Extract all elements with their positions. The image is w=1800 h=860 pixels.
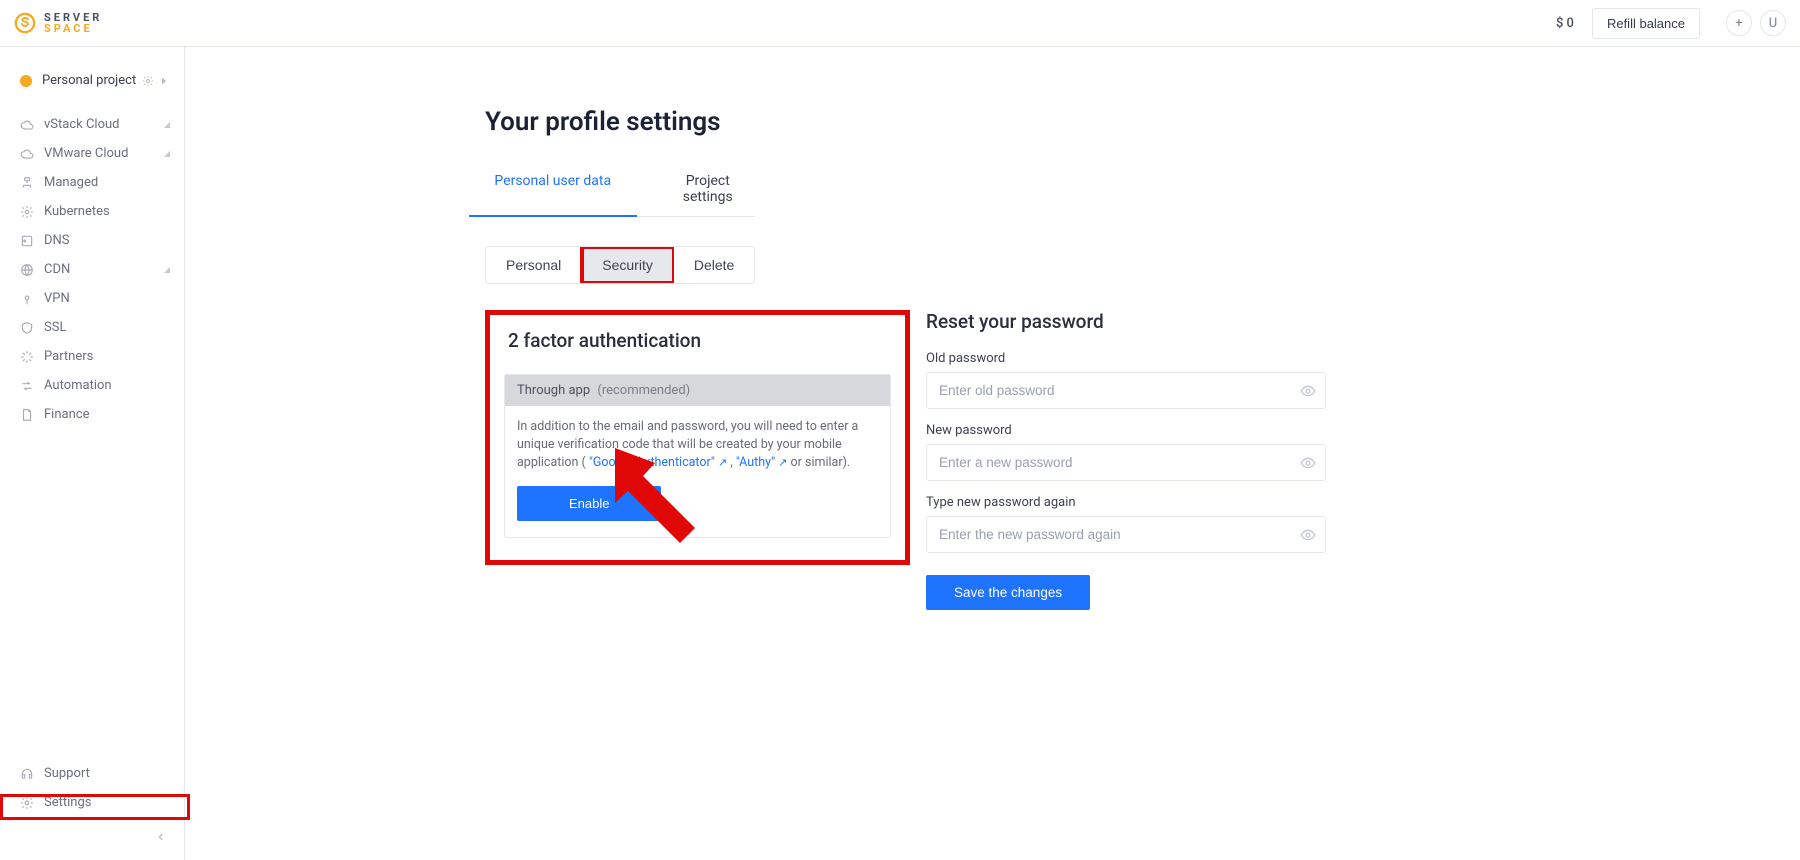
gear-icon (20, 205, 34, 219)
sidebar-item-finance[interactable]: Finance (0, 400, 184, 429)
logo-text: SERVER SPACE (44, 12, 102, 34)
cloud-down-icon (20, 118, 34, 132)
external-link-icon: ↗ (718, 456, 727, 469)
sidebar-item-vmware-cloud[interactable]: VMware Cloud ◢ (0, 139, 184, 168)
sidebar-item-label: Support (44, 766, 90, 781)
sidebar-item-label: CDN (44, 262, 70, 277)
header: SERVER SPACE $ 0 Refill balance + U (0, 0, 1800, 47)
partners-icon (20, 350, 34, 364)
eye-icon[interactable] (1300, 383, 1316, 399)
old-password-input[interactable] (926, 372, 1326, 409)
enable-2fa-button[interactable]: Enable (517, 486, 661, 521)
sidebar-item-dns[interactable]: DNS (0, 226, 184, 255)
sidebar-item-settings[interactable]: Settings (0, 788, 184, 817)
cloud-icon (20, 147, 34, 161)
two-factor-panel: 2 factor authentication Through app (rec… (485, 310, 910, 565)
user-avatar[interactable]: U (1760, 10, 1786, 36)
collapse-sidebar-button[interactable] (0, 817, 184, 846)
sidebar-item-automation[interactable]: Automation (0, 371, 184, 400)
two-factor-method-box: Through app (recommended) In addition to… (504, 374, 891, 538)
caret-icon: ◢ (164, 120, 170, 129)
sidebar-bottom-nav: Support Settings (0, 755, 184, 817)
refill-balance-button[interactable]: Refill balance (1592, 8, 1700, 39)
finance-icon (20, 408, 34, 422)
repeat-password-input[interactable] (926, 516, 1326, 553)
sidebar-item-label: Finance (44, 407, 89, 422)
external-link-icon: ↗ (778, 456, 787, 469)
sidebar-item-cdn[interactable]: CDN ◢ (0, 255, 184, 284)
caret-icon: ◢ (164, 265, 170, 274)
sidebar-item-label: Managed (44, 175, 98, 190)
managed-icon (20, 176, 34, 190)
sidebar-item-label: Partners (44, 349, 93, 364)
subtab-delete[interactable]: Delete (674, 247, 754, 283)
two-factor-heading: 2 factor authentication (508, 329, 891, 352)
tab-project-settings[interactable]: Project settings (661, 161, 756, 217)
logo[interactable]: SERVER SPACE (14, 12, 102, 34)
sidebar-item-label: SSL (44, 320, 66, 335)
eye-icon[interactable] (1300, 527, 1316, 543)
sub-tabs: Personal Security Delete (485, 246, 1760, 284)
sidebar: Personal project vStack Cloud ◢ VMware C… (0, 47, 185, 860)
project-label: Personal project (42, 73, 136, 88)
subtab-security[interactable]: Security (582, 247, 674, 283)
balance-amount: $ 0 (1556, 16, 1574, 31)
plus-icon: + (1735, 16, 1742, 31)
project-caret-icon[interactable] (158, 75, 170, 87)
sidebar-item-vstack-cloud[interactable]: vStack Cloud ◢ (0, 110, 184, 139)
dns-icon (20, 234, 34, 248)
automation-icon (20, 379, 34, 393)
two-factor-recommended-label: (recommended) (597, 383, 690, 398)
repeat-password-label: Type new password again (926, 495, 1326, 510)
eye-icon[interactable] (1300, 455, 1316, 471)
sidebar-item-kubernetes[interactable]: Kubernetes (0, 197, 184, 226)
caret-icon: ◢ (164, 149, 170, 158)
link-authy[interactable]: "Authy" (736, 455, 775, 470)
sidebar-nav: vStack Cloud ◢ VMware Cloud ◢ Managed Ku… (0, 106, 184, 429)
two-factor-method-header: Through app (recommended) (505, 375, 890, 406)
project-dot-icon (20, 75, 32, 87)
support-icon (20, 767, 34, 781)
two-factor-description: In addition to the email and password, y… (505, 406, 890, 537)
new-password-input[interactable] (926, 444, 1326, 481)
shield-icon (20, 321, 34, 335)
sidebar-item-support[interactable]: Support (0, 759, 184, 788)
link-google-authenticator[interactable]: "Google Authenticator" (589, 455, 715, 470)
sidebar-item-label: Kubernetes (44, 204, 110, 219)
tab-personal-user-data[interactable]: Personal user data (485, 161, 621, 217)
sidebar-item-label: DNS (44, 233, 70, 248)
main-content: Your profile settings Personal user data… (185, 47, 1800, 860)
save-changes-button[interactable]: Save the changes (926, 575, 1090, 610)
sidebar-item-ssl[interactable]: SSL (0, 313, 184, 342)
project-selector[interactable]: Personal project (0, 63, 184, 106)
cdn-icon (20, 263, 34, 277)
sidebar-item-label: VMware Cloud (44, 146, 128, 161)
sidebar-item-label: vStack Cloud (44, 117, 120, 132)
subtab-personal[interactable]: Personal (486, 247, 582, 283)
avatar-letter: U (1769, 16, 1777, 31)
sidebar-item-label: VPN (44, 291, 70, 306)
new-password-label: New password (926, 423, 1326, 438)
reset-password-heading: Reset your password (926, 310, 1326, 333)
sidebar-item-label: Automation (44, 378, 112, 393)
add-button[interactable]: + (1726, 10, 1752, 36)
sidebar-item-label: Settings (44, 795, 91, 810)
top-tabs: Personal user data Project settings (485, 161, 755, 218)
sidebar-item-vpn[interactable]: VPN (0, 284, 184, 313)
chevron-left-icon (156, 827, 166, 846)
project-gear-icon[interactable] (142, 75, 154, 87)
reset-password-panel: Reset your password Old password New pas… (926, 310, 1326, 610)
old-password-label: Old password (926, 351, 1326, 366)
settings-gear-icon (20, 796, 34, 810)
sidebar-item-partners[interactable]: Partners (0, 342, 184, 371)
vpn-icon (20, 292, 34, 306)
page-title: Your profile settings (485, 107, 1760, 137)
logo-mark-icon (14, 12, 36, 34)
sidebar-item-managed[interactable]: Managed (0, 168, 184, 197)
two-factor-method-name: Through app (517, 383, 590, 398)
